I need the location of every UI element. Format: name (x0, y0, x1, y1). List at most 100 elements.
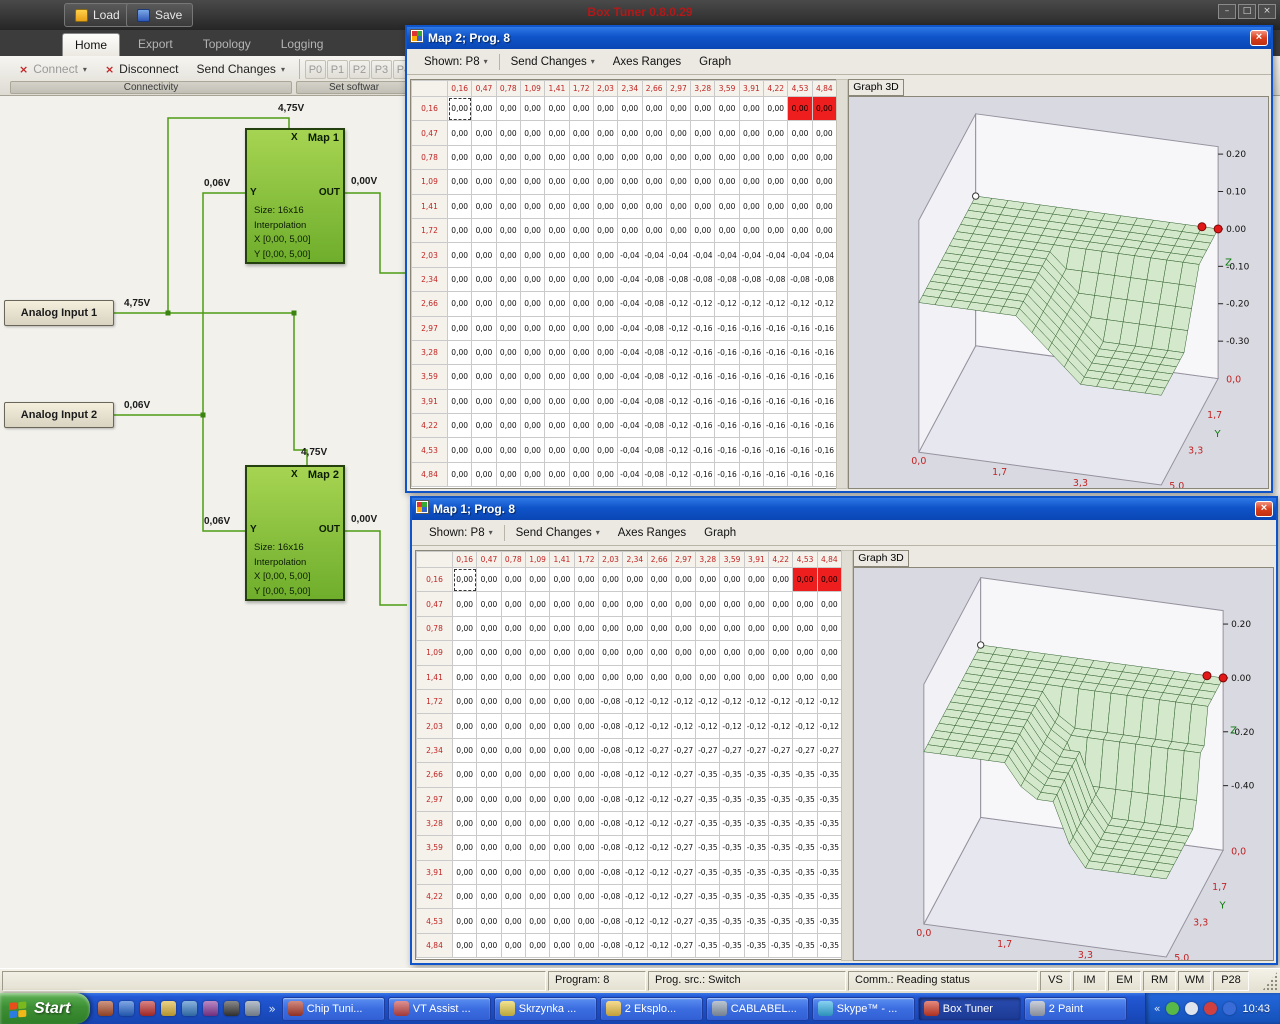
map-cell-13-10[interactable]: -0,16 (691, 414, 715, 438)
map-cell-13-12[interactable]: -0,35 (744, 885, 768, 909)
map-cell-12-8[interactable]: -0,08 (642, 389, 666, 413)
map-cell-8-12[interactable]: -0,12 (739, 292, 763, 316)
map-cell-8-14[interactable]: -0,12 (788, 292, 812, 316)
map-cell-14-15[interactable]: -0,16 (812, 438, 836, 462)
map-cell-3-4[interactable]: 0,00 (545, 170, 569, 194)
map-cell-1-12[interactable]: 0,00 (739, 121, 763, 145)
map-cell-10-14[interactable]: -0,16 (788, 340, 812, 364)
map-cell-10-8[interactable]: -0,08 (642, 340, 666, 364)
map-cell-5-4[interactable]: 0,00 (545, 218, 569, 242)
maximize-button[interactable]: □ (1238, 4, 1256, 19)
map-cell-9-10[interactable]: -0,16 (691, 316, 715, 340)
shown-selector[interactable]: Shown: P8▾ (415, 53, 497, 71)
map-cell-15-13[interactable]: -0,16 (764, 462, 788, 486)
map-cell-2-14[interactable]: 0,00 (788, 145, 812, 169)
map-cell-14-5[interactable]: 0,00 (574, 909, 598, 933)
map-cell-5-1[interactable]: 0,00 (472, 218, 496, 242)
map-cell-1-9[interactable]: 0,00 (666, 121, 690, 145)
map-cell-14-14[interactable]: -0,16 (788, 438, 812, 462)
map-cell-11-7[interactable]: -0,12 (623, 836, 647, 860)
map-cell-9-9[interactable]: -0,12 (666, 316, 690, 340)
map-cell-4-0[interactable]: 0,00 (448, 194, 472, 218)
map-cell-6-7[interactable]: -0,12 (623, 714, 647, 738)
map-cell-9-0[interactable]: 0,00 (453, 787, 477, 811)
map-cell-11-6[interactable]: 0,00 (593, 365, 617, 389)
map-cell-12-8[interactable]: -0,12 (647, 860, 671, 884)
map-cell-2-3[interactable]: 0,00 (520, 145, 544, 169)
quick-launch-icon-4[interactable] (161, 1001, 176, 1016)
map-cell-11-12[interactable]: -0,16 (739, 365, 763, 389)
map-cell-4-15[interactable]: 0,00 (812, 194, 836, 218)
map-cell-4-10[interactable]: 0,00 (691, 194, 715, 218)
map-cell-9-6[interactable]: 0,00 (593, 316, 617, 340)
map-cell-2-11[interactable]: 0,00 (720, 616, 744, 640)
map-cell-9-3[interactable]: 0,00 (520, 316, 544, 340)
map-cell-13-11[interactable]: -0,16 (715, 414, 739, 438)
map-cell-10-11[interactable]: -0,35 (720, 811, 744, 835)
map-cell-5-15[interactable]: 0,00 (812, 218, 836, 242)
map-cell-0-13[interactable]: 0,00 (764, 97, 788, 121)
map-cell-3-14[interactable]: 0,00 (793, 641, 817, 665)
map-cell-2-1[interactable]: 0,00 (472, 145, 496, 169)
map-cell-5-0[interactable]: 0,00 (453, 689, 477, 713)
map-cell-4-11[interactable]: 0,00 (720, 665, 744, 689)
map-cell-1-3[interactable]: 0,00 (525, 592, 549, 616)
map-cell-14-5[interactable]: 0,00 (569, 438, 593, 462)
map-cell-12-3[interactable]: 0,00 (525, 860, 549, 884)
map-cell-9-2[interactable]: 0,00 (501, 787, 525, 811)
map-cell-4-10[interactable]: 0,00 (696, 665, 720, 689)
map-cell-14-15[interactable]: -0,35 (817, 909, 841, 933)
map-cell-12-0[interactable]: 0,00 (453, 860, 477, 884)
map-cell-10-15[interactable]: -0,16 (812, 340, 836, 364)
map-cell-10-6[interactable]: -0,08 (598, 811, 622, 835)
map-cell-11-6[interactable]: -0,08 (598, 836, 622, 860)
map-cell-7-15[interactable]: -0,08 (812, 267, 836, 291)
map-cell-4-5[interactable]: 0,00 (569, 194, 593, 218)
map-cell-7-0[interactable]: 0,00 (448, 267, 472, 291)
map-cell-7-13[interactable]: -0,08 (764, 267, 788, 291)
map-cell-2-10[interactable]: 0,00 (691, 145, 715, 169)
map-cell-14-14[interactable]: -0,35 (793, 909, 817, 933)
map-cell-0-10[interactable]: 0,00 (696, 568, 720, 592)
map-cell-0-9[interactable]: 0,00 (666, 97, 690, 121)
map-cell-7-8[interactable]: -0,08 (642, 267, 666, 291)
map-cell-5-13[interactable]: -0,12 (769, 689, 793, 713)
map-cell-5-9[interactable]: 0,00 (666, 218, 690, 242)
map-cell-13-2[interactable]: 0,00 (496, 414, 520, 438)
map-cell-12-9[interactable]: -0,12 (666, 389, 690, 413)
map-cell-14-2[interactable]: 0,00 (496, 438, 520, 462)
map-cell-0-5[interactable]: 0,00 (574, 568, 598, 592)
map-cell-8-7[interactable]: -0,12 (623, 763, 647, 787)
taskbar-button-7[interactable]: Box Tuner (918, 997, 1021, 1021)
taskbar-button-6[interactable]: Skype™ - ... (812, 997, 915, 1021)
map-cell-14-1[interactable]: 0,00 (472, 438, 496, 462)
map-cell-7-11[interactable]: -0,08 (715, 267, 739, 291)
map-cell-3-15[interactable]: 0,00 (817, 641, 841, 665)
map-cell-14-6[interactable]: -0,08 (598, 909, 622, 933)
map-cell-11-3[interactable]: 0,00 (520, 365, 544, 389)
map-cell-9-11[interactable]: -0,35 (720, 787, 744, 811)
map-cell-15-14[interactable]: -0,35 (793, 933, 817, 957)
map-cell-6-9[interactable]: -0,12 (671, 714, 695, 738)
map-cell-10-12[interactable]: -0,16 (739, 340, 763, 364)
map-cell-8-12[interactable]: -0,35 (744, 763, 768, 787)
map-cell-6-13[interactable]: -0,04 (764, 243, 788, 267)
map-cell-2-13[interactable]: 0,00 (769, 616, 793, 640)
map-cell-0-2[interactable]: 0,00 (496, 97, 520, 121)
map-cell-10-11[interactable]: -0,16 (715, 340, 739, 364)
map-cell-1-1[interactable]: 0,00 (477, 592, 501, 616)
map-cell-9-5[interactable]: 0,00 (569, 316, 593, 340)
map-cell-4-12[interactable]: 0,00 (744, 665, 768, 689)
quick-launch-icon-8[interactable] (245, 1001, 260, 1016)
map-cell-13-3[interactable]: 0,00 (525, 885, 549, 909)
map-cell-4-9[interactable]: 0,00 (666, 194, 690, 218)
map-cell-14-11[interactable]: -0,35 (720, 909, 744, 933)
map-cell-12-1[interactable]: 0,00 (472, 389, 496, 413)
map-cell-5-1[interactable]: 0,00 (477, 689, 501, 713)
map-cell-9-12[interactable]: -0,35 (744, 787, 768, 811)
map-cell-12-1[interactable]: 0,00 (477, 860, 501, 884)
map-cell-6-6[interactable]: 0,00 (593, 243, 617, 267)
map-cell-12-5[interactable]: 0,00 (569, 389, 593, 413)
map-cell-11-11[interactable]: -0,16 (715, 365, 739, 389)
map-cell-4-12[interactable]: 0,00 (739, 194, 763, 218)
